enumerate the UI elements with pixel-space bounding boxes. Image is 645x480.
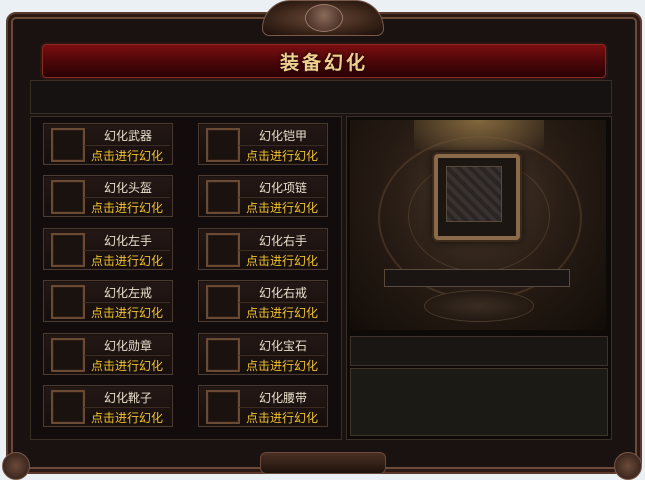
slot-name: 幻化宝石 — [258, 339, 307, 353]
slot-icon-box[interactable] — [206, 233, 240, 267]
transmog-action[interactable]: 点击进行幻化 — [239, 302, 325, 321]
slot-icon-box[interactable] — [51, 233, 85, 267]
slot-right-hand[interactable]: 幻化右手 点击进行幻化 — [198, 228, 328, 270]
slot-helmet[interactable]: 幻化头盔 点击进行幻化 — [43, 175, 173, 217]
slot-boots[interactable]: 幻化靴子 点击进行幻化 — [43, 385, 173, 427]
slot-name: 幻化勋章 — [103, 339, 152, 353]
slot-necklace[interactable]: 幻化项链 点击进行幻化 — [198, 175, 328, 217]
slot-icon-box[interactable] — [206, 180, 240, 214]
slot-name: 幻化腰带 — [258, 391, 307, 405]
slot-belt[interactable]: 幻化腰带 点击进行幻化 — [198, 385, 328, 427]
slot-icon-box[interactable] — [51, 338, 85, 372]
slot-name: 幻化铠甲 — [258, 129, 307, 143]
slot-name: 幻化项链 — [258, 181, 307, 195]
slot-icon-box[interactable] — [51, 128, 85, 162]
item-name-bar — [384, 269, 570, 287]
slot-icon-box[interactable] — [206, 390, 240, 424]
slot-name: 幻化武器 — [103, 129, 152, 143]
result-bar — [350, 336, 608, 366]
slot-left-ring[interactable]: 幻化左戒 点击进行幻化 — [43, 280, 173, 322]
slot-weapon[interactable]: 幻化武器 点击进行幻化 — [43, 123, 173, 165]
description-box — [350, 368, 608, 436]
slot-icon-box[interactable] — [206, 338, 240, 372]
transmog-action[interactable]: 点击进行幻化 — [84, 250, 170, 269]
transmog-action[interactable]: 点击进行幻化 — [84, 302, 170, 321]
slot-medal[interactable]: 幻化勋章 点击进行幻化 — [43, 333, 173, 375]
beast-head-icon — [305, 4, 343, 32]
preview-stage — [350, 120, 606, 330]
slot-icon-box[interactable] — [51, 390, 85, 424]
window-title: 装备幻化 — [279, 52, 368, 74]
slot-icon-box[interactable] — [51, 285, 85, 319]
slot-left-hand[interactable]: 幻化左手 点击进行幻化 — [43, 228, 173, 270]
slot-right-ring[interactable]: 幻化右戒 点击进行幻化 — [198, 280, 328, 322]
transmog-action[interactable]: 点击进行幻化 — [239, 145, 325, 164]
slot-icon-box[interactable] — [206, 128, 240, 162]
transmog-action[interactable]: 点击进行幻化 — [84, 197, 170, 216]
slot-name: 幻化头盔 — [103, 181, 152, 195]
slot-armor[interactable]: 幻化铠甲 点击进行幻化 — [198, 123, 328, 165]
footer-ornament — [260, 452, 386, 474]
slot-name: 幻化左手 — [103, 234, 152, 248]
slot-icon-box[interactable] — [206, 285, 240, 319]
slot-icon-box[interactable] — [51, 180, 85, 214]
equipment-drop-slot[interactable] — [434, 154, 520, 240]
slot-name: 幻化左戒 — [103, 286, 152, 300]
equipment-placeholder-icon — [446, 166, 502, 222]
info-strip — [30, 80, 612, 114]
transmog-action[interactable]: 点击进行幻化 — [84, 145, 170, 164]
slot-name: 幻化右戒 — [258, 286, 307, 300]
corner-ornament — [2, 452, 30, 480]
transmog-action[interactable]: 点击进行幻化 — [84, 355, 170, 374]
title-bar: 装备幻化 — [42, 44, 606, 78]
slot-name: 幻化靴子 — [103, 391, 152, 405]
transmog-action[interactable]: 点击进行幻化 — [239, 197, 325, 216]
transmog-action[interactable]: 点击进行幻化 — [84, 407, 170, 426]
transmog-action[interactable]: 点击进行幻化 — [239, 355, 325, 374]
corner-ornament — [614, 452, 642, 480]
transmog-action[interactable]: 点击进行幻化 — [239, 250, 325, 269]
transmog-action[interactable]: 点击进行幻化 — [239, 407, 325, 426]
slot-name: 幻化右手 — [258, 234, 307, 248]
slot-gem[interactable]: 幻化宝石 点击进行幻化 — [198, 333, 328, 375]
pedestal — [424, 290, 534, 322]
